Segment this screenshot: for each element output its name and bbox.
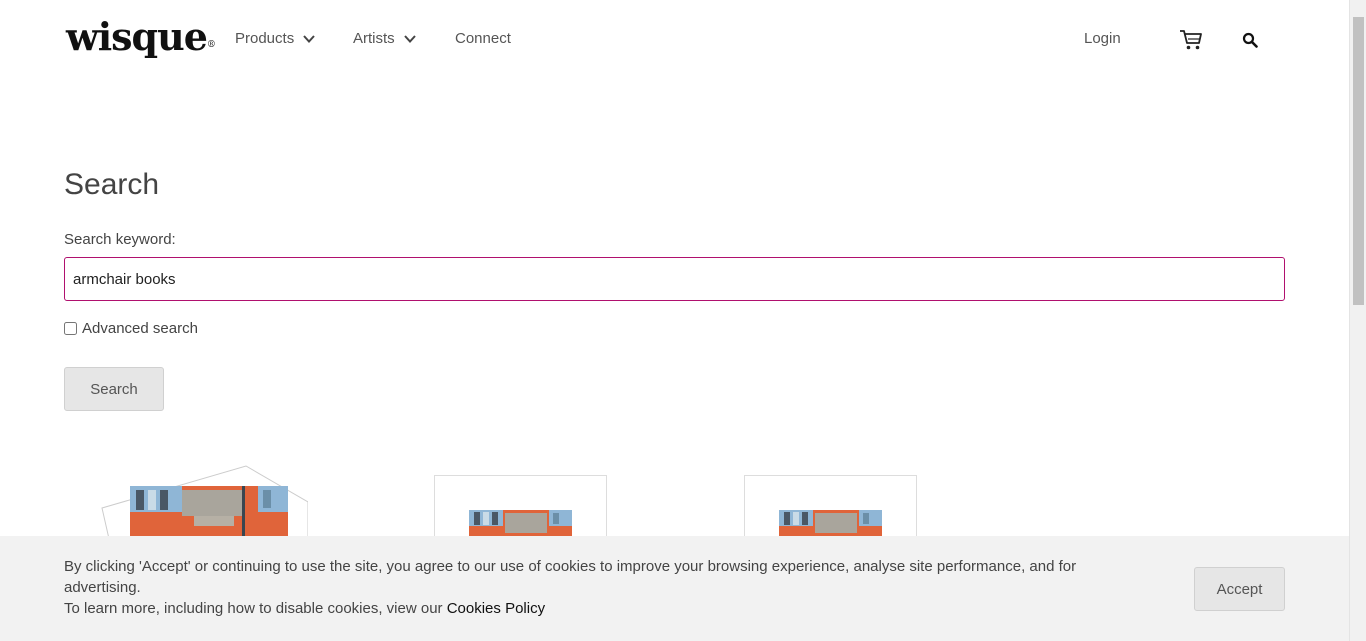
cart-icon[interactable]: [1179, 29, 1203, 51]
search-icon[interactable]: [1242, 32, 1258, 48]
nav-connect-label: Connect: [455, 30, 511, 47]
advanced-search-label: Advanced search: [82, 320, 198, 337]
chevron-down-icon: [403, 34, 416, 43]
chevron-down-icon: [303, 34, 315, 43]
logo-text: wisque: [66, 14, 208, 59]
accept-cookies-button[interactable]: Accept: [1194, 567, 1285, 611]
cookie-message: By clicking 'Accept' or continuing to us…: [64, 556, 1154, 619]
nav-products[interactable]: Products: [235, 30, 316, 47]
login-link[interactable]: Login: [1084, 30, 1121, 47]
scrollbar-thumb[interactable]: [1353, 17, 1364, 305]
cookies-policy-link[interactable]: Cookies Policy: [447, 600, 545, 617]
page-title: Search: [64, 168, 160, 201]
cookie-message-prefix: To learn more, including how to disable …: [64, 600, 447, 617]
nav-artists-label: Artists: [353, 30, 395, 47]
product-thumbnail-print[interactable]: [434, 475, 607, 550]
product-thumbnail-print[interactable]: [744, 475, 917, 550]
nav-artists[interactable]: Artists: [353, 30, 417, 47]
advanced-search-toggle[interactable]: Advanced search: [64, 320, 198, 337]
registered-mark: ®: [206, 40, 216, 50]
search-keyword-input[interactable]: [64, 257, 1285, 301]
page-scrollbar[interactable]: [1349, 0, 1366, 641]
advanced-search-checkbox[interactable]: [64, 322, 77, 335]
site-header: wisque® Products Artists Connect Login: [0, 0, 1349, 80]
nav-connect[interactable]: Connect: [455, 30, 511, 47]
site-logo[interactable]: wisque®: [66, 14, 216, 60]
cookie-message-line1: By clicking 'Accept' or continuing to us…: [64, 558, 1077, 596]
search-keyword-label: Search keyword:: [64, 231, 176, 248]
cookie-message-line2: To learn more, including how to disable …: [64, 598, 1154, 619]
cookie-banner: By clicking 'Accept' or continuing to us…: [0, 536, 1349, 641]
search-button[interactable]: Search: [64, 367, 164, 411]
nav-products-label: Products: [235, 30, 295, 47]
